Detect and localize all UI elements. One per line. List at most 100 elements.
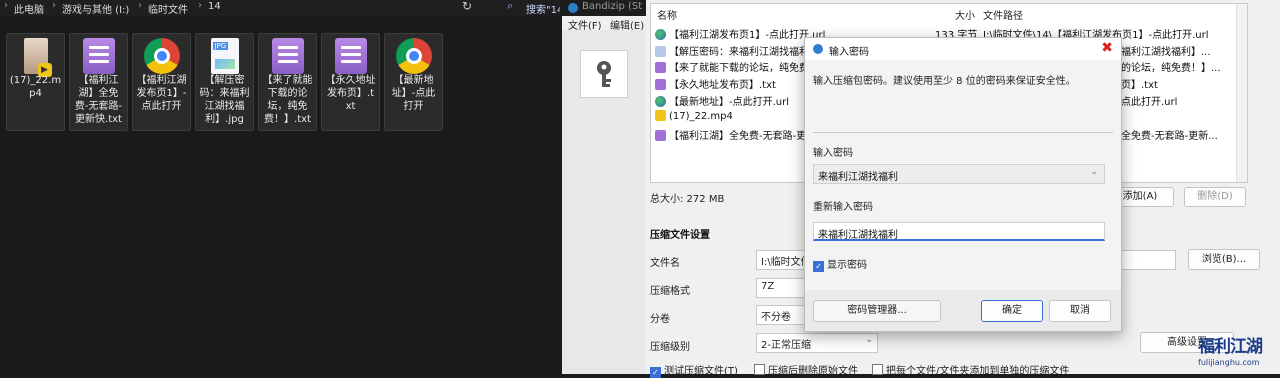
format-value: 7Z	[761, 281, 775, 292]
side-panel	[562, 30, 646, 374]
column-header-name[interactable]: 名称	[657, 7, 677, 22]
mp4-video-icon: ▶	[23, 38, 52, 77]
checkbox-checked-icon: ✓	[813, 261, 824, 272]
delete-button[interactable]: 删除(D)	[1184, 187, 1246, 207]
section-title: 压缩文件设置	[650, 230, 710, 241]
password-label: 输入密码	[813, 148, 853, 159]
encrypt-key-button[interactable]	[580, 50, 628, 98]
search-placeholder: 搜索"14"	[526, 5, 560, 15]
total-size-label: 总大小: 272 MB	[650, 194, 725, 205]
file-item[interactable]: 【来了就能下载的论坛，纯免费！】.txt	[258, 33, 317, 131]
checkbox-label: 压缩后删除原始文件	[768, 366, 858, 377]
level-select[interactable]: 2-正常压缩 ⌄	[756, 333, 878, 353]
list-item[interactable]: 【最新地址】-点此打开.url	[655, 93, 789, 108]
file-item[interactable]: JPG 【解压密码：来福利江湖找福利】.jpg	[195, 33, 254, 131]
vertical-scrollbar[interactable]	[1236, 4, 1247, 182]
breadcrumb-item[interactable]: 临时文件	[148, 1, 188, 16]
file-item[interactable]: 【永久地址发布页】.txt	[321, 33, 380, 131]
search-input[interactable]: 搜索"14"	[500, 0, 560, 15]
txt-file-icon	[655, 62, 666, 73]
key-icon	[597, 61, 611, 87]
breadcrumb-item[interactable]: 此电脑	[14, 1, 44, 16]
txt-file-icon	[82, 38, 115, 74]
txt-file-icon	[655, 79, 666, 90]
file-label: 【最新地址】-点此打开	[391, 75, 436, 112]
window-title: Bandizip (St	[582, 1, 643, 12]
split-value: 不分卷	[761, 312, 791, 323]
filename-label: 文件名	[650, 258, 680, 269]
jpg-file-icon: JPG	[210, 38, 239, 74]
breadcrumb-item[interactable]: 14	[208, 1, 221, 12]
separate-archives-checkbox[interactable]: 把每个文件/文件夹添加到单独的压缩文件	[872, 362, 1069, 377]
chevron-right-icon: ›	[198, 0, 202, 11]
divider	[813, 132, 1113, 133]
password-hint: 输入压缩包密码。建议使用至少 8 位的密码来保证安全性。	[813, 76, 1076, 87]
breadcrumb-item[interactable]: 游戏与其他 (I:)	[62, 1, 129, 16]
cancel-button[interactable]: 取消	[1049, 300, 1111, 322]
close-icon[interactable]: ✖	[1101, 40, 1113, 56]
item-name: 【解压密码：来福利江湖找福利	[669, 47, 809, 58]
refresh-icon[interactable]: ↻	[462, 0, 472, 13]
url-file-icon	[655, 29, 666, 40]
bandizip-logo-icon	[813, 44, 823, 54]
file-label: 【永久地址发布页】.txt	[325, 75, 376, 112]
file-item[interactable]: ▶ (17)_22.mp4	[6, 33, 65, 131]
file-explorer-window: › 此电脑 › 游戏与其他 (I:) › 临时文件 › 14 ↻ ⌕ 搜索"14…	[0, 0, 560, 374]
txt-file-icon	[655, 130, 666, 141]
item-name: 【福利江湖发布页1】-点此打开.url	[669, 30, 826, 41]
address-bar[interactable]: › 此电脑 › 游戏与其他 (I:) › 临时文件 › 14 ↻ ⌕ 搜索"14…	[0, 0, 560, 16]
list-item[interactable]: 【永久地址发布页】.txt	[655, 76, 776, 91]
url-file-icon	[655, 96, 666, 107]
jpg-file-icon	[655, 46, 666, 57]
repeat-password-value: 来福利江湖找福利	[818, 230, 898, 241]
menu-bar: 文件(F) 编辑(E)	[562, 16, 646, 32]
mp4-file-icon	[655, 110, 666, 121]
bandizip-logo-icon	[568, 3, 578, 13]
watermark-text: 福利江湖	[1198, 337, 1263, 357]
password-manager-button[interactable]: 密码管理器...	[813, 300, 941, 322]
item-path: 页】.txt	[1121, 80, 1158, 91]
file-label: (17)_22.mp4	[9, 75, 62, 99]
list-item[interactable]: 【福利江湖】全免费-无套路-更新	[655, 127, 816, 142]
checkbox-label: 把每个文件/文件夹添加到单独的压缩文件	[886, 366, 1070, 377]
file-label: 【解压密码：来福利江湖找福利】.jpg	[199, 75, 250, 125]
show-password-checkbox[interactable]: ✓ 显示密码	[813, 256, 867, 272]
dialog-title-bar: 输入密码 ✖	[805, 38, 1121, 60]
column-header-path[interactable]: 文件路径	[983, 7, 1023, 22]
format-label: 压缩格式	[650, 286, 690, 297]
list-item[interactable]: 【解压密码：来福利江湖找福利	[655, 43, 809, 58]
item-path: 全免费-无套路-更新...	[1121, 131, 1218, 142]
item-name: 【永久地址发布页】.txt	[669, 80, 776, 91]
file-item[interactable]: 【福利江湖发布页1】-点此打开	[132, 33, 191, 131]
list-item[interactable]: 【福利江湖发布页1】-点此打开.url	[655, 26, 825, 41]
repeat-password-input[interactable]: 来福利江湖找福利	[813, 222, 1105, 241]
file-item[interactable]: 【最新地址】-点此打开	[384, 33, 443, 131]
test-archive-checkbox[interactable]: ✓ 测试压缩文件(T)	[650, 362, 738, 378]
repeat-password-label: 重新输入密码	[813, 202, 873, 213]
file-label: 【福利江湖】全免费-无套路-更新快.txt	[74, 75, 123, 125]
browse-button[interactable]: 浏览(B)...	[1188, 249, 1260, 270]
password-input[interactable]: 来福利江湖找福利 ⌄	[813, 164, 1105, 184]
list-item[interactable]: 【来了就能下载的论坛，纯免费	[655, 59, 809, 74]
chevron-down-icon: ⌄	[865, 335, 873, 345]
chevron-right-icon: ›	[52, 0, 56, 11]
list-item[interactable]: (17)_22.mp4	[655, 110, 733, 122]
level-value: 2-正常压缩	[761, 340, 811, 351]
dialog-footer: 密码管理器... 确定 取消	[805, 290, 1121, 331]
watermark-url: fulijianghu.com	[1198, 358, 1260, 367]
item-name: 【福利江湖】全免费-无套路-更新	[669, 131, 817, 142]
column-header-size[interactable]: 大小	[955, 7, 975, 22]
ok-button[interactable]: 确定	[981, 300, 1043, 322]
dialog-title: 输入密码	[829, 47, 869, 58]
chevron-down-icon[interactable]: ⌄	[1090, 167, 1098, 177]
password-dialog: 输入密码 ✖ 输入压缩包密码。建议使用至少 8 位的密码来保证安全性。 输入密码…	[804, 37, 1122, 332]
chrome-url-icon	[395, 38, 432, 74]
checkbox-checked-icon: ✓	[650, 367, 661, 378]
file-label: 【来了就能下载的论坛，纯免费！】.txt	[262, 75, 313, 125]
chrome-url-icon	[143, 38, 180, 74]
delete-original-checkbox[interactable]: 压缩后删除原始文件	[754, 362, 858, 377]
checkbox-icon	[754, 364, 765, 375]
item-path: 点此打开.url	[1121, 97, 1178, 108]
file-item[interactable]: 【福利江湖】全免费-无套路-更新快.txt	[69, 33, 128, 131]
item-name: 【来了就能下载的论坛，纯免费	[669, 63, 809, 74]
